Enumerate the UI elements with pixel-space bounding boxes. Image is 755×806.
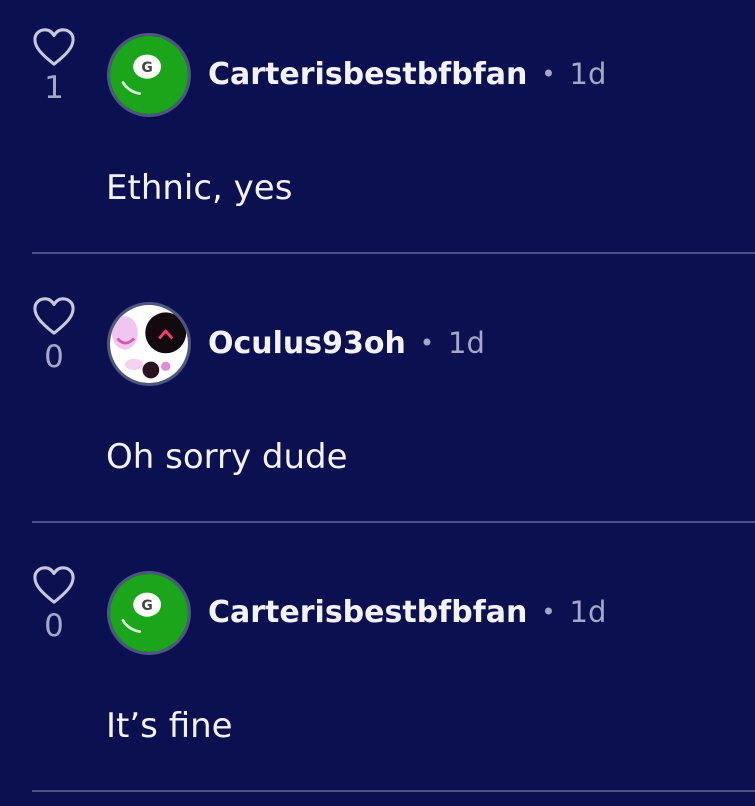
username-link[interactable]: Carterisbestbfbfan <box>208 57 527 92</box>
timestamp: 1d <box>448 326 485 360</box>
comment: 0 G Carterisbestbfbfan • 1d It’s fine <box>0 538 755 806</box>
avatar[interactable]: G <box>107 571 191 655</box>
like-count: 0 <box>44 339 64 375</box>
avatar[interactable]: G <box>107 33 191 117</box>
comment-text: Ethnic, yes <box>106 168 293 208</box>
heart-icon[interactable] <box>31 26 77 68</box>
comment-meta: Carterisbestbfbfan • 1d <box>208 592 606 632</box>
heart-icon[interactable] <box>31 295 77 337</box>
separator-dot: • <box>419 329 435 357</box>
timestamp: 1d <box>569 57 607 91</box>
like-control: 1 <box>30 26 78 106</box>
comment-text: It’s fine <box>106 706 233 746</box>
comment: 1 G Carterisbestbfbfan • 1d Ethnic, yes <box>0 0 755 268</box>
like-control: 0 <box>30 564 78 644</box>
username-link[interactable]: Carterisbestbfbfan <box>208 595 527 630</box>
separator-dot: • <box>541 598 556 626</box>
comment: 0 Oculus93oh • 1d Oh sorry dude <box>0 269 755 537</box>
divider <box>32 252 755 254</box>
like-count: 0 <box>44 608 64 644</box>
green-8-ball-avatar-icon: G <box>110 36 188 114</box>
like-control: 0 <box>30 295 78 375</box>
comment-meta: Oculus93oh • 1d <box>208 323 485 363</box>
pink-ghost-face-avatar-icon <box>110 305 188 383</box>
like-count: 1 <box>44 70 64 106</box>
svg-text:G: G <box>141 60 152 76</box>
divider <box>32 521 755 523</box>
timestamp: 1d <box>569 595 607 629</box>
separator-dot: • <box>541 60 556 88</box>
heart-icon[interactable] <box>31 564 77 606</box>
green-8-ball-avatar-icon: G <box>110 574 188 652</box>
username-link[interactable]: Oculus93oh <box>208 326 406 361</box>
avatar[interactable] <box>107 302 191 386</box>
comment-text: Oh sorry dude <box>106 437 348 477</box>
svg-text:G: G <box>141 598 152 614</box>
comment-meta: Carterisbestbfbfan • 1d <box>208 54 606 94</box>
